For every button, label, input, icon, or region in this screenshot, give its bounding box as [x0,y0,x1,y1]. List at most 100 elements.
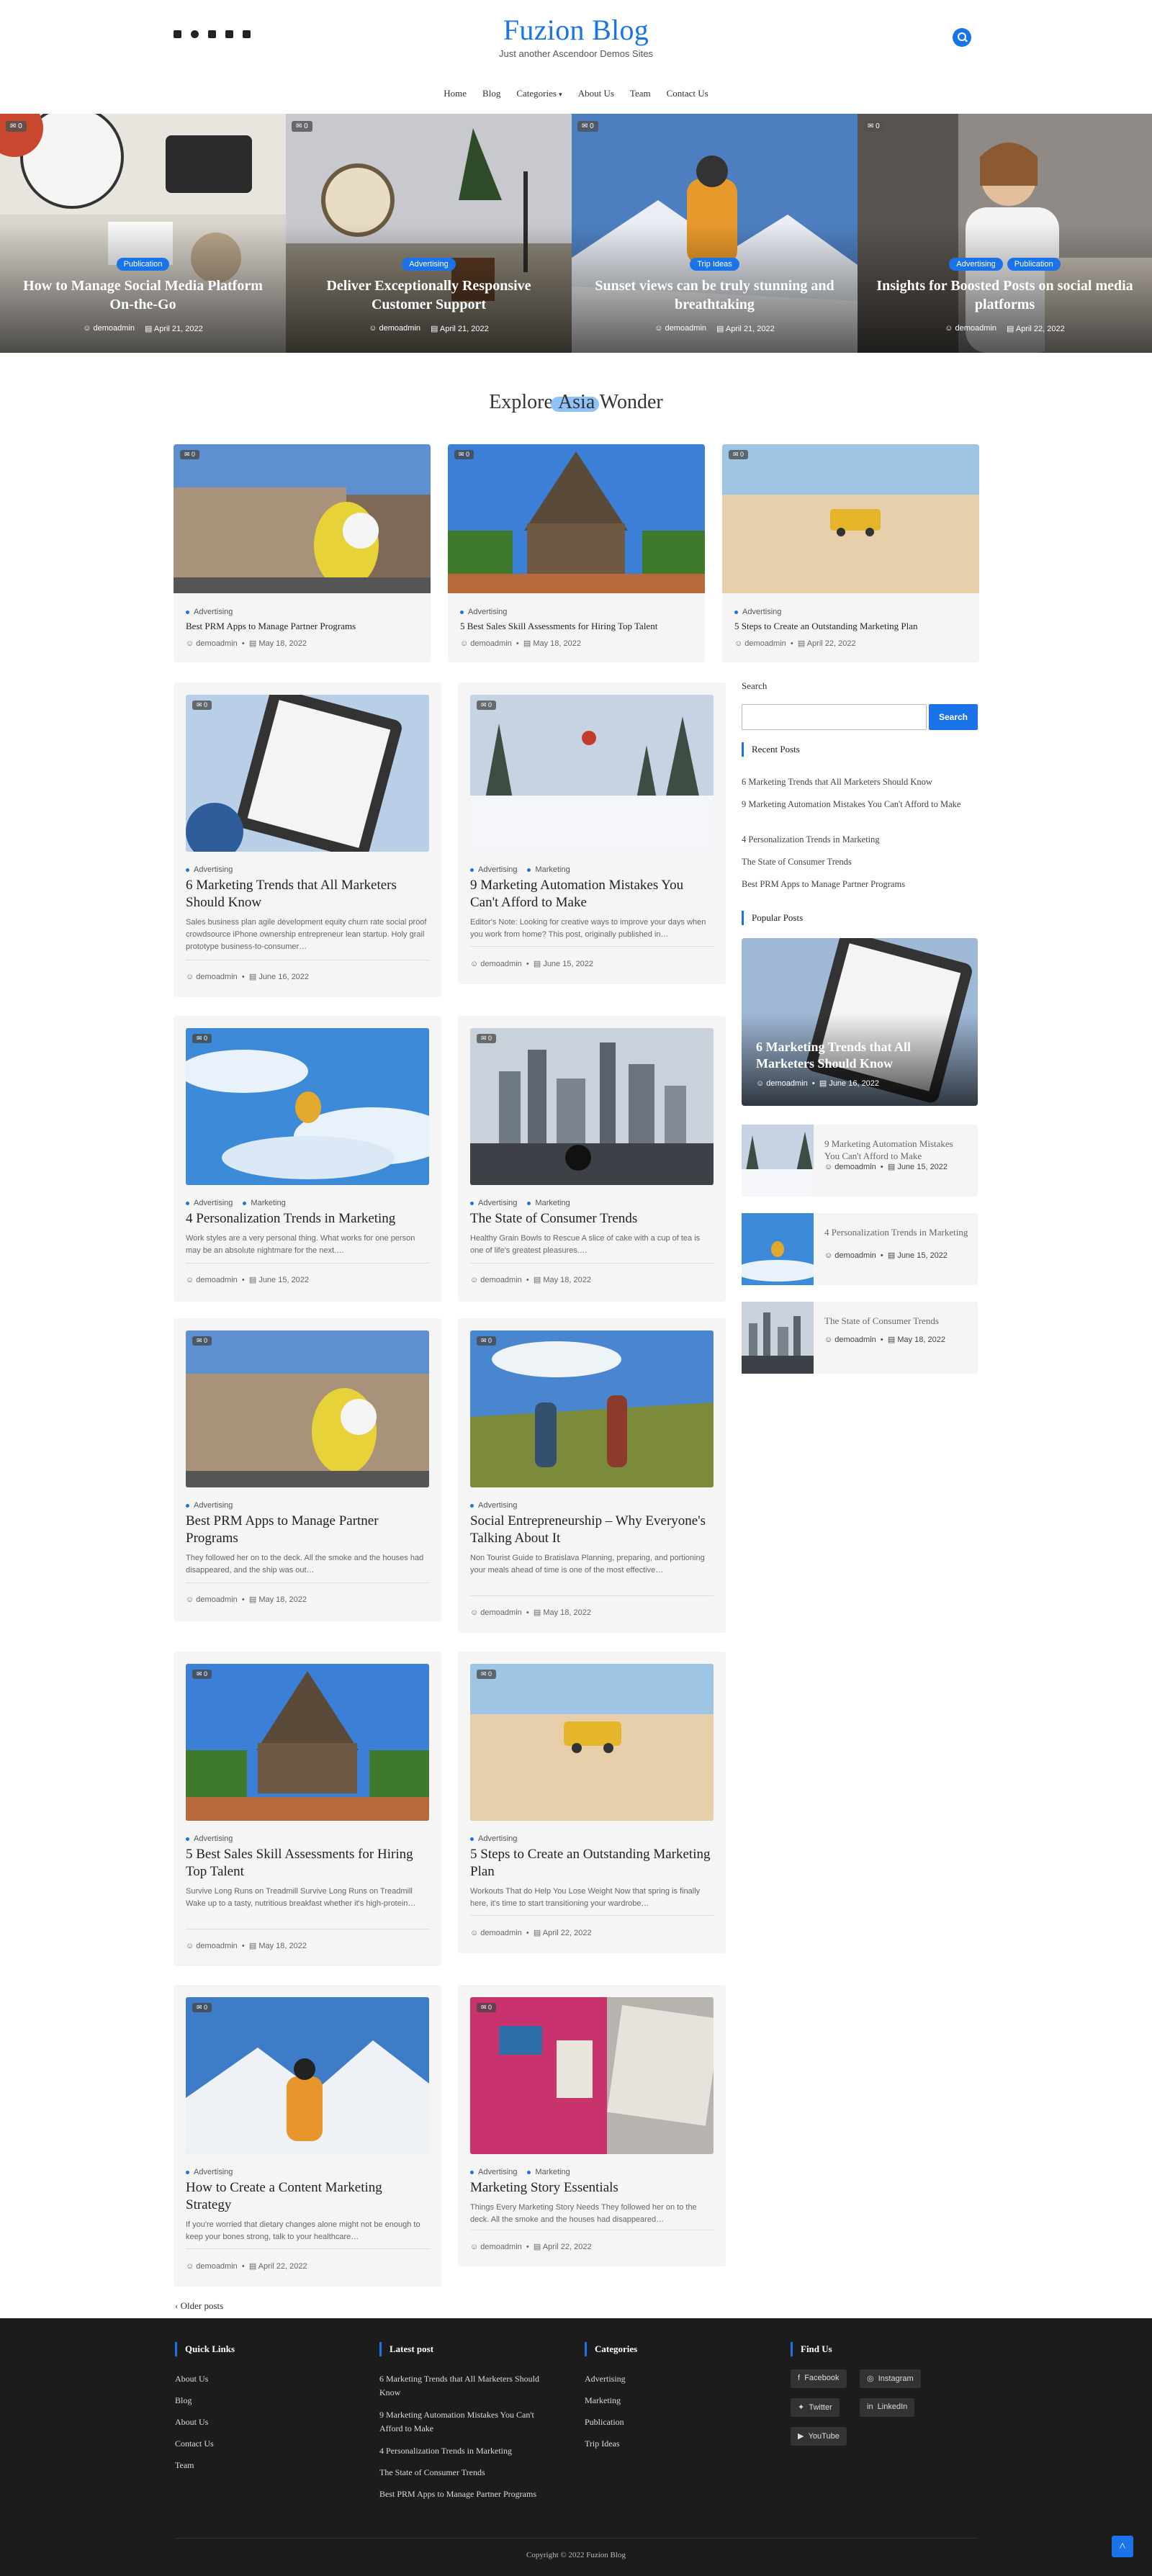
date[interactable]: ▤ June 16, 2022 [819,1079,879,1088]
instagram-button[interactable]: ◎ Instagram [860,2369,921,2388]
author[interactable]: ☺ demoadmin [824,1336,876,1344]
hero-slide[interactable]: ✉ 0 Advertising Deliver Exceptionally Re… [286,114,572,353]
author[interactable]: ☺ demoadmin [83,324,135,333]
recent-post-link[interactable]: 4 Personalization Trends in Marketing [742,833,880,846]
linkedin-button[interactable]: in LinkedIn [860,2398,915,2417]
date[interactable]: ▤ April 22, 2022 [534,1929,592,1937]
post-category[interactable]: Advertising [186,1834,233,1843]
author[interactable]: ☺ demoadmin [470,2243,522,2251]
popular-post-featured[interactable]: 6 Marketing Trends that All Marketers Sh… [742,938,978,1106]
footer-link[interactable]: Marketing [585,2394,621,2408]
post-card[interactable]: ✉ 0 Advertising Best PRM Apps to Manage … [174,1318,441,1621]
footer-link[interactable]: Team [175,2459,194,2472]
popular-post-title[interactable]: 6 Marketing Trends that All Marketers Sh… [756,1039,943,1072]
post-card[interactable]: ✉ 0 Advertising 5 Best Sales Skill Asses… [174,1652,441,1966]
post-category[interactable]: Marketing [527,865,570,874]
youtube-button[interactable]: ▶ YouTube [791,2427,847,2446]
footer-link[interactable]: The State of Consumer Trends [379,2466,485,2480]
post-category[interactable]: Advertising [186,2168,233,2176]
post-title[interactable]: The State of Consumer Trends [470,1210,714,1228]
post-category[interactable]: Advertising [470,2168,517,2176]
popular-post[interactable]: 9 Marketing Automation Mistakes You Can'… [742,1125,978,1197]
post-card[interactable]: ✉ 0 Advertising Marketing 4 Personalizati… [174,1016,441,1302]
post-title[interactable]: 5 Steps to Create an Outstanding Marketi… [734,621,971,632]
date[interactable]: ▤ June 16, 2022 [249,973,309,981]
date[interactable]: ▤ June 15, 2022 [534,960,593,968]
footer-link[interactable]: Advertising [585,2372,626,2386]
post-card[interactable]: ✉ 0 Advertising Marketing 9 Marketing Aut… [458,683,726,984]
author[interactable]: ☺ demoadmin [460,639,512,648]
popular-post-title[interactable]: 4 Personalization Trends in Marketing [824,1226,968,1238]
post-category[interactable]: Advertising [734,608,781,616]
date[interactable]: ▤ May 18, 2022 [523,639,581,648]
twitter-button[interactable]: ✦ Twitter [791,2398,840,2417]
date[interactable]: ▤ May 18, 2022 [534,1608,591,1617]
post-category[interactable]: Advertising [470,865,517,874]
nav-categories[interactable]: Categories ▾ [516,86,562,101]
hero-title[interactable]: Deliver Exceptionally Responsive Custome… [299,276,559,314]
author[interactable]: ☺ demoadmin [186,2262,238,2271]
hero-title[interactable]: Sunset views can be truly stunning and b… [585,276,845,314]
post-category[interactable]: Advertising [186,1199,233,1207]
date[interactable]: ▤ June 15, 2022 [888,1163,948,1171]
popular-post-title[interactable]: The State of Consumer Trends [824,1315,968,1327]
hero-title[interactable]: Insights for Boosted Posts on social med… [870,276,1139,314]
nav-blog[interactable]: Blog [482,86,500,101]
nav-home[interactable]: Home [444,86,467,101]
nav-contact[interactable]: Contact Us [667,86,708,101]
author[interactable]: ☺ demoadmin [186,973,238,981]
post-category[interactable]: Marketing [527,1199,570,1207]
post-category[interactable]: Advertising [186,1501,233,1510]
category-pill[interactable]: Advertising [949,258,1003,271]
date[interactable]: ▤ May 18, 2022 [888,1336,945,1344]
author[interactable]: ☺ demoadmin [186,1595,238,1604]
category-pill[interactable]: Trip Ideas [690,258,739,271]
footer-link[interactable]: About Us [175,2415,208,2429]
post-title[interactable]: 5 Best Sales Skill Assessments for Hirin… [460,621,696,632]
search-button[interactable]: Search [929,704,978,730]
date[interactable]: ▤ April 22, 2022 [534,2243,592,2251]
post-title[interactable]: 9 Marketing Automation Mistakes You Can'… [470,877,714,911]
author[interactable]: ☺ demoadmin [824,1163,876,1171]
post-category[interactable]: Advertising [470,1199,517,1207]
popular-post[interactable]: 4 Personalization Trends in Marketing ☺ … [742,1213,978,1285]
author[interactable]: ☺ demoadmin [654,324,706,333]
post-title[interactable]: Social Entrepreneurship – Why Everyone's… [470,1513,714,1547]
author[interactable]: ☺ demoadmin [186,1942,238,1950]
post-title[interactable]: 5 Best Sales Skill Assessments for Hirin… [186,1846,429,1881]
hero-slide[interactable]: ✉ 0 Trip Ideas Sunset views can be truly… [572,114,858,353]
footer-link[interactable]: About Us [175,2372,208,2386]
post-card[interactable]: ✉ 0 Advertising Marketing The State of Co… [458,1016,726,1302]
recent-post-link[interactable]: 9 Marketing Automation Mistakes You Can'… [742,798,978,811]
featured-card[interactable]: ✉ 0 Advertising 5 Steps to Create an Out… [722,444,979,662]
date[interactable]: ▤ May 18, 2022 [534,1276,591,1284]
author[interactable]: ☺ demoadmin [186,639,238,648]
post-card[interactable]: ✉ 0 Advertising Marketing Marketing Story… [458,1985,726,2266]
featured-card[interactable]: ✉ 0 Advertising 5 Best Sales Skill Asses… [448,444,705,662]
footer-link[interactable]: 9 Marketing Automation Mistakes You Can'… [379,2408,552,2436]
author[interactable]: ☺ demoadmin [470,1608,522,1617]
post-title[interactable]: Best PRM Apps to Manage Partner Programs [186,1513,429,1547]
post-category[interactable]: Advertising [186,865,233,874]
post-card[interactable]: ✉ 0 Advertising 5 Steps to Create an Out… [458,1652,726,1953]
facebook-button[interactable]: f Facebook [791,2369,847,2388]
author[interactable]: ☺ demoadmin [756,1079,808,1088]
footer-link[interactable]: Publication [585,2415,624,2429]
author[interactable]: ☺ demoadmin [470,1929,522,1937]
author[interactable]: ☺ demoadmin [470,960,522,968]
footer-link[interactable]: 4 Personalization Trends in Marketing [379,2444,512,2458]
post-title[interactable]: Marketing Story Essentials [470,2179,714,2197]
post-category[interactable]: Advertising [460,608,507,616]
recent-post-link[interactable]: 6 Marketing Trends that All Marketers Sh… [742,775,932,788]
category-pill[interactable]: Publication [1007,258,1061,271]
post-title[interactable]: Best PRM Apps to Manage Partner Programs [186,621,422,632]
post-category[interactable]: Advertising [470,1501,517,1510]
date[interactable]: ▤ May 18, 2022 [249,639,307,648]
category-pill[interactable]: Advertising [402,258,456,271]
date[interactable]: ▤ April 21, 2022 [145,324,203,333]
date[interactable]: ▤ April 22, 2022 [1007,324,1065,333]
hero-slide[interactable]: ✉ 0 Advertising Publication Insights for … [858,114,1152,353]
search-toggle-button[interactable] [953,28,971,47]
featured-card[interactable]: ✉ 0 Advertising Best PRM Apps to Manage … [174,444,431,662]
scroll-to-top-button[interactable]: ˄ [1112,2536,1133,2557]
